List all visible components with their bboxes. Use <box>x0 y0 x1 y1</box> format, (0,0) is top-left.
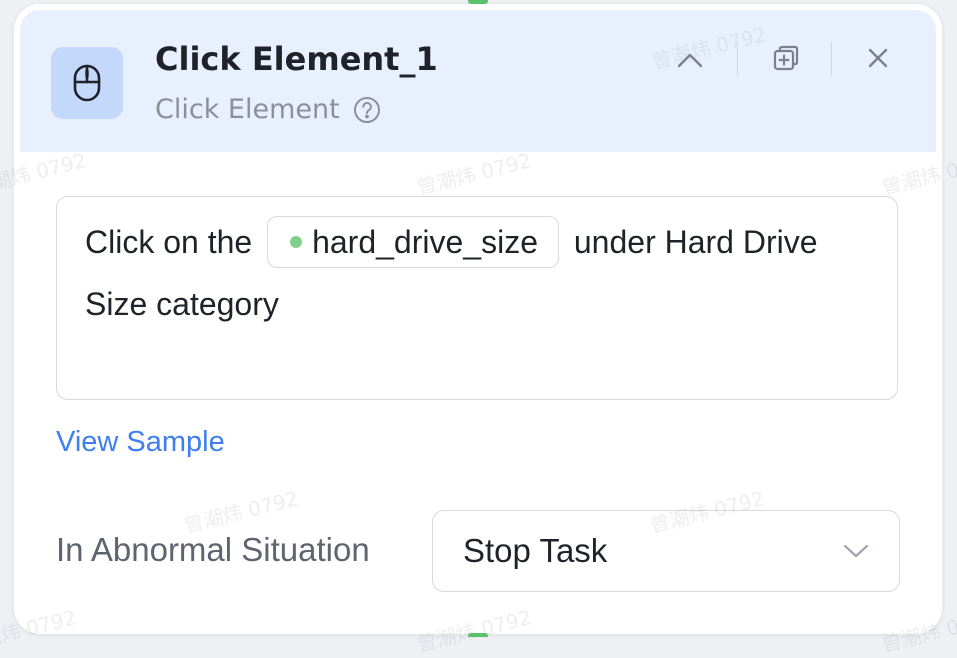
node-title[interactable]: Click Element_1 <box>155 40 438 78</box>
mouse-icon <box>51 47 123 119</box>
chevron-up-icon[interactable] <box>670 40 710 80</box>
bottom-connector-handle[interactable] <box>468 633 488 637</box>
workflow-node-card: Click Element_1 Click Element Click on t… <box>14 4 942 634</box>
variable-status-dot <box>290 235 303 248</box>
abnormal-situation-value: Stop Task <box>463 532 608 569</box>
node-subtitle: Click Element <box>155 94 382 125</box>
top-connector-handle[interactable] <box>468 0 488 4</box>
help-circle-icon[interactable] <box>352 95 382 125</box>
view-sample-link[interactable]: View Sample <box>56 426 225 459</box>
abnormal-situation-label: In Abnormal Situation <box>56 531 370 568</box>
instruction-text-before: Click on the <box>85 224 262 260</box>
instruction-input[interactable]: Click on the hard_drive_size under Hard … <box>56 196 898 400</box>
node-type-label: Click Element <box>155 94 340 125</box>
abnormal-situation-select[interactable]: Stop Task <box>432 510 900 592</box>
variable-chip-label: hard_drive_size <box>312 223 538 260</box>
chevron-down-icon <box>843 543 869 559</box>
close-icon[interactable] <box>858 38 898 78</box>
variable-chip[interactable]: hard_drive_size <box>267 215 559 268</box>
duplicate-icon[interactable] <box>766 38 806 78</box>
header-divider <box>831 42 832 76</box>
node-header: Click Element_1 Click Element <box>20 10 936 152</box>
header-divider <box>737 42 738 76</box>
